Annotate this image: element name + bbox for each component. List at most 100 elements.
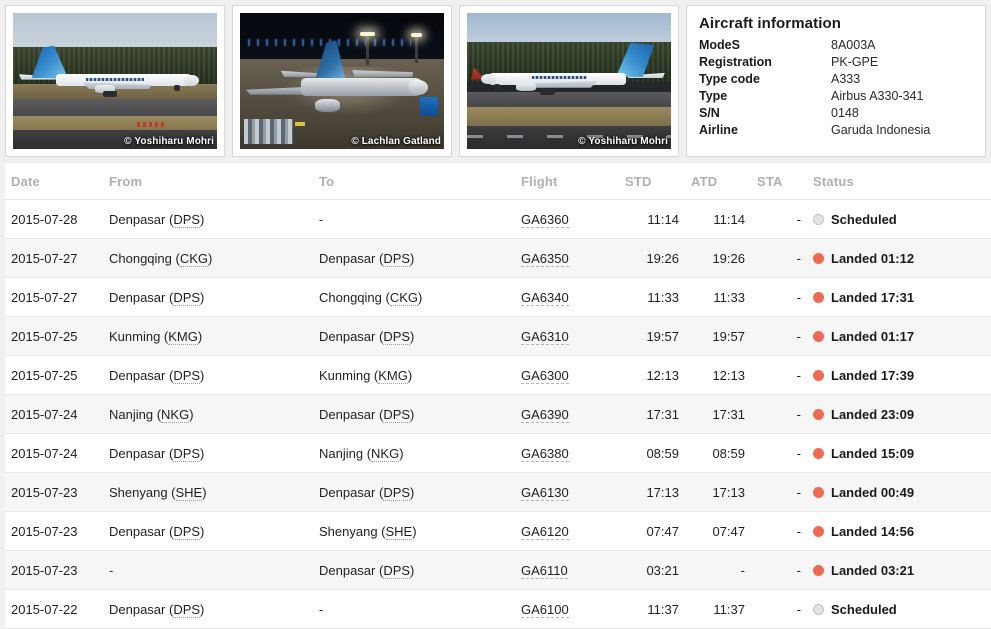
flight-number-link[interactable]: GA6390 [521, 406, 569, 423]
destination-airport-code[interactable]: DPS [383, 406, 411, 423]
status-badge: Scheduled [813, 601, 991, 618]
origin-airport-code[interactable]: KMG [168, 328, 198, 345]
table-row[interactable]: 2015-07-25 Kunming (KMG) Denpasar (DPS) GA6… [5, 316, 991, 356]
flight-number-cell: GA6390 [515, 394, 619, 434]
column-header-atd[interactable]: ATD [685, 163, 751, 200]
status-indicator-dot [813, 213, 824, 225]
origin-airport-code[interactable]: DPS [173, 211, 201, 228]
flight-atd: 08:59 [685, 433, 751, 473]
aircraft-photo-card-1[interactable]: © Yoshiharu Mohri [5, 5, 225, 157]
flight-number-link[interactable]: GA6100 [521, 601, 569, 618]
column-header-sta[interactable]: STA [751, 163, 807, 200]
table-row[interactable]: 2015-07-24 Denpasar (DPS) Nanjing (NKG) GA6… [5, 433, 991, 473]
origin-airport-code[interactable]: NKG [161, 406, 190, 423]
destination-airport-code[interactable]: KMG [378, 367, 408, 384]
origin-airport-code[interactable]: SHE [175, 484, 203, 501]
origin-city-wrapper: Shenyang (SHE) [109, 484, 207, 501]
destination-airport-code[interactable]: DPS [383, 328, 411, 345]
flight-destination: Denpasar (DPS) [313, 472, 515, 512]
table-row[interactable]: 2015-07-23- Denpasar (DPS) GA6110 03:21- - La… [5, 550, 991, 590]
flight-number-link[interactable]: GA6110 [521, 562, 568, 579]
table-row[interactable]: 2015-07-22 Denpasar (DPS) - GA6100 11:37 11:3… [5, 589, 991, 629]
aircraft-photo-2[interactable]: © Lachlan Gatland [240, 13, 444, 149]
table-row[interactable]: 2015-07-28 Denpasar (DPS) - GA6360 11:14 11:1… [5, 199, 991, 239]
photo3-main-gear [540, 89, 555, 96]
table-row[interactable]: 2015-07-24 Nanjing (NKG) Denpasar (DPS) GA6… [5, 394, 991, 434]
flight-number-cell: GA6100 [515, 589, 619, 629]
status-label: Landed 00:49 [831, 484, 915, 500]
paren-close: ) [410, 250, 415, 266]
column-header-flight[interactable]: Flight [515, 163, 619, 200]
flight-table-body: 2015-07-28 Denpasar (DPS) - GA6360 11:14 11:1… [5, 199, 991, 629]
aircraft-photo-3[interactable]: © Yoshiharu Mohri [467, 13, 671, 149]
aircraft-photo-card-3[interactable]: © Yoshiharu Mohri [459, 5, 679, 157]
flight-number-link[interactable]: GA6300 [521, 367, 569, 384]
flight-date: 2015-07-25 [5, 316, 103, 356]
table-row[interactable]: 2015-07-23 Denpasar (DPS) Shenyang (SHE) GA… [5, 511, 991, 551]
photo-credit: © Yoshiharu Mohri [578, 136, 668, 147]
origin-city: Chongqing ( [109, 250, 180, 266]
flight-date: 2015-07-25 [5, 355, 103, 395]
photo1-main-gear [102, 90, 118, 97]
column-header-to[interactable]: To [313, 163, 515, 200]
flight-number-link[interactable]: GA6340 [521, 289, 569, 306]
flight-number-link[interactable]: GA6310 [521, 328, 569, 345]
origin-airport-code[interactable]: DPS [173, 289, 201, 306]
status-label: Scheduled [831, 211, 897, 227]
flight-destination: Denpasar (DPS) [313, 238, 515, 278]
aircraft-information-body: ModeS 8A003A Registration PK-GPE Type code A3… [699, 37, 930, 139]
photo-credit: © Lachlan Gatland [351, 136, 441, 147]
origin-airport-code[interactable]: DPS [173, 367, 201, 384]
aircraft-info-label: Airline [699, 123, 738, 137]
photo2-nose [409, 79, 428, 95]
table-row[interactable]: 2015-07-23 Shenyang (SHE) Denpasar (DPS) GA… [5, 472, 991, 512]
destination-city-wrapper: Nanjing (NKG) [319, 445, 404, 462]
flight-sta: - [751, 589, 807, 629]
destination-airport-code[interactable]: SHE [385, 523, 413, 540]
destination-airport-code[interactable]: DPS [383, 562, 411, 579]
destination-airport-code[interactable]: DPS [383, 484, 411, 501]
column-header-date[interactable]: Date [5, 163, 103, 200]
paren-close: ) [202, 484, 207, 500]
destination-airport-code[interactable]: NKG [371, 445, 400, 462]
origin-airport-code[interactable]: CKG [179, 250, 208, 267]
aircraft-photo-1[interactable]: © Yoshiharu Mohri [13, 13, 217, 149]
flight-sta: - [751, 394, 807, 434]
flight-number-link[interactable]: GA6380 [521, 445, 569, 462]
flight-sta: - [751, 199, 807, 239]
flight-number-link[interactable]: GA6120 [521, 523, 569, 540]
status-badge: Landed 00:49 [813, 484, 991, 501]
origin-airport-code[interactable]: DPS [173, 523, 201, 540]
origin-airport-code[interactable]: DPS [173, 445, 201, 462]
paren-close: ) [200, 367, 205, 383]
table-row[interactable]: 2015-07-27 Denpasar (DPS) Chongqing (CKG) G… [5, 277, 991, 317]
destination-city: Nanjing ( [319, 445, 372, 461]
destination-airport-code[interactable]: CKG [389, 289, 418, 306]
column-header-status[interactable]: Status [807, 163, 991, 200]
flight-atd: 11:14 [685, 199, 751, 239]
destination-city-wrapper: Denpasar (DPS) [319, 562, 414, 579]
flight-origin: - [103, 550, 313, 590]
destination-city: Denpasar ( [319, 406, 384, 422]
column-header-std[interactable]: STD [619, 163, 685, 200]
destination-city-wrapper: Shenyang (SHE) [319, 523, 417, 540]
flight-number-link[interactable]: GA6360 [521, 211, 569, 228]
photo1-runway-markings [137, 122, 166, 127]
aircraft-photo-card-2[interactable]: © Lachlan Gatland [232, 5, 452, 157]
destination-airport-code[interactable]: DPS [383, 250, 411, 267]
flight-atd: 11:33 [685, 277, 751, 317]
table-row[interactable]: 2015-07-27 Chongqing (CKG) Denpasar (DPS) G… [5, 238, 991, 278]
flight-origin: Nanjing (NKG) [103, 394, 313, 434]
flight-number-link[interactable]: GA6130 [521, 484, 569, 501]
table-row[interactable]: 2015-07-25 Denpasar (DPS) Kunming (KMG) GA6… [5, 355, 991, 395]
flight-destination: Denpasar (DPS) [313, 316, 515, 356]
paren-close: ) [197, 328, 203, 344]
destination-city: - [319, 211, 324, 227]
destination-city: Chongqing ( [319, 289, 390, 305]
paren-close: ) [200, 523, 205, 539]
aircraft-info-row: S/N 0148 [699, 105, 930, 122]
origin-airport-code[interactable]: DPS [173, 601, 201, 618]
column-header-from[interactable]: From [103, 163, 313, 200]
flight-number-link[interactable]: GA6350 [521, 250, 569, 267]
aircraft-info-value: 0148 [831, 106, 859, 120]
